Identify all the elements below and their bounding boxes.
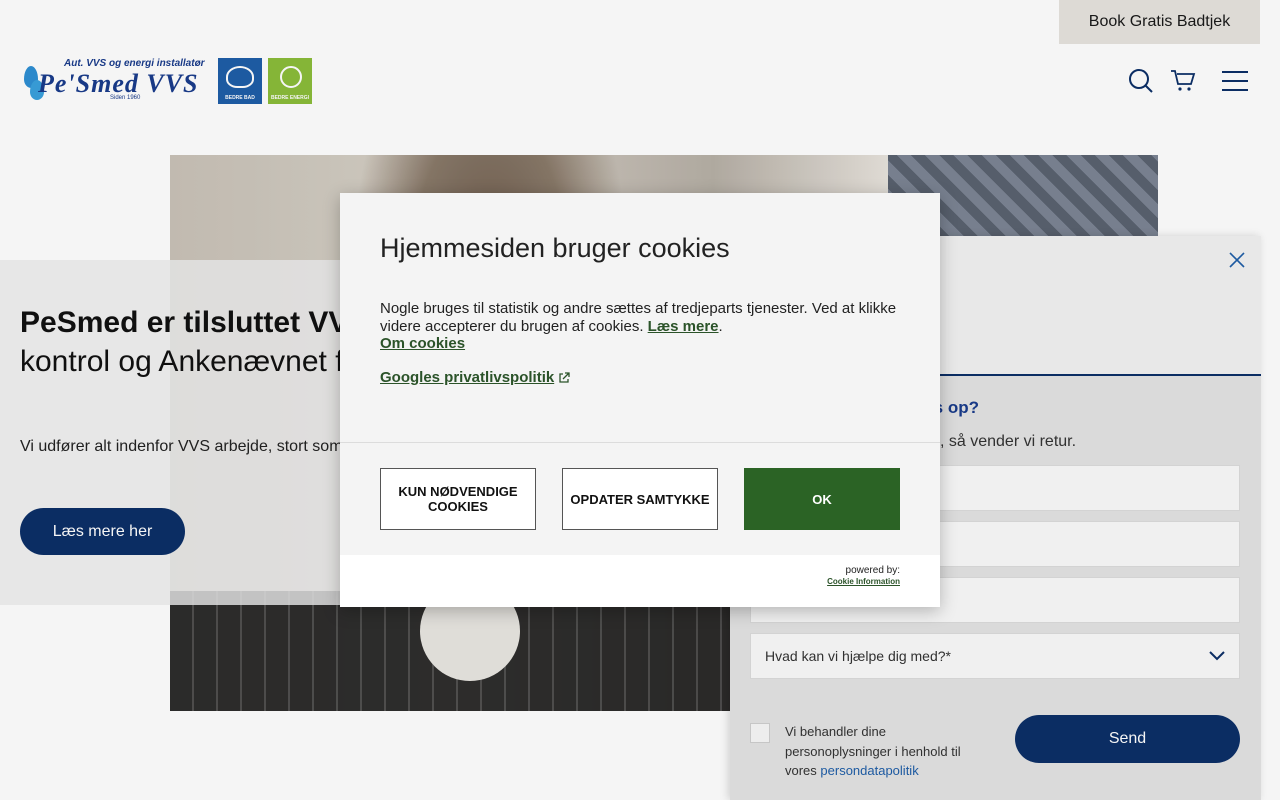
- necessary-cookies-button[interactable]: KUN NØDVENDIGE COOKIES: [380, 468, 536, 530]
- cookie-dialog: Hjemmesiden bruger cookies Nogle bruges …: [340, 193, 940, 607]
- cookie-title: Hjemmesiden bruger cookies: [380, 233, 730, 263]
- powered-by-label: powered by:: [845, 565, 900, 576]
- cookie-footer: powered by: Cookie Information: [340, 555, 940, 607]
- about-cookies-link[interactable]: Om cookies: [380, 335, 465, 352]
- external-link-icon: [559, 371, 570, 383]
- update-consent-button[interactable]: OPDATER SAMTYKKE: [562, 468, 718, 530]
- google-privacy-link[interactable]: Googles privatlivspolitik: [380, 369, 570, 386]
- divider: [340, 442, 940, 443]
- cookie-body: Nogle bruges til statistik og andre sætt…: [380, 300, 897, 335]
- cookie-information-link[interactable]: Cookie Information: [827, 576, 900, 587]
- read-more-link[interactable]: Læs mere: [648, 318, 719, 335]
- ok-button[interactable]: OK: [744, 468, 900, 530]
- powered-by: powered by: Cookie Information: [827, 565, 900, 587]
